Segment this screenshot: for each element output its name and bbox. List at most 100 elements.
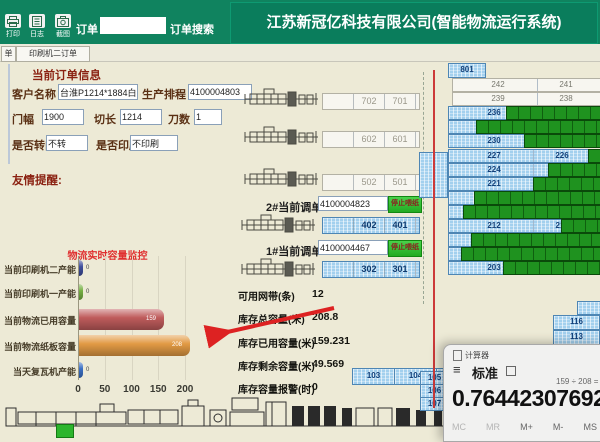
lane-number: 241 (549, 79, 583, 90)
dispatch1-order-field[interactable] (318, 240, 388, 255)
calculator-mode-label[interactable]: 标准 (472, 363, 498, 382)
tab-printer1-orders[interactable]: 单 (1, 46, 16, 62)
storage-lane: 230 (448, 134, 600, 148)
knife-count-field[interactable] (194, 109, 222, 125)
mid-lane-cell (323, 175, 354, 190)
mid-lane-cell (323, 262, 354, 277)
stored-board-blocks (471, 233, 600, 247)
toolbar-label-log: 日志 (25, 29, 49, 39)
schedule-label: 生产排程 (142, 86, 186, 102)
stored-board-blocks (506, 106, 600, 120)
corner-lane: 103 (352, 368, 395, 385)
order-info-header: 当前订单信息 (32, 67, 101, 83)
memory-button-mr[interactable]: MR (486, 422, 500, 432)
dispatch2-stop-button[interactable]: 停止喂纸 (388, 196, 422, 213)
order-search-button[interactable]: 订单搜索 (170, 21, 214, 37)
storage-lane: 227 226 (448, 149, 600, 163)
stat-label: 库存总容量(米) (238, 311, 305, 326)
lane-number: 224 (477, 164, 511, 175)
mid-lane-cell: 601 (385, 132, 416, 147)
lane-number: 238 (549, 93, 583, 104)
customer-name-label: 客户名称 (12, 86, 56, 102)
calculator-window[interactable]: 计算器 ≡ 标准 159 ÷ 208 = 0.7644230769230769 … (443, 344, 600, 442)
mid-lane-cell: 502 (354, 175, 385, 190)
turn-field[interactable] (46, 135, 88, 151)
dispatch2-label: 2#当前调单: (266, 199, 326, 215)
lane-divider (533, 220, 534, 232)
chart-category-label: 当前物流纸板容量 (0, 340, 76, 353)
toolbar-group-log[interactable]: 日志 (25, 14, 49, 39)
order-label: 订单 (76, 21, 98, 37)
dispatch1-stop-button[interactable]: 停止喂纸 (388, 240, 422, 257)
stored-board-blocks (474, 191, 600, 205)
memory-button-mminus[interactable]: M- (553, 422, 564, 432)
lane-number: 239 (481, 93, 515, 104)
chart-title: 物流实时容量监控 (55, 247, 160, 262)
mid-lane-cell: 302 (354, 262, 385, 277)
stat-value: 49.569 (312, 358, 344, 370)
storage-lane: 203 (448, 261, 600, 275)
toolbar-group-print[interactable]: 打印 (1, 14, 25, 39)
lane-number: 221 (477, 178, 511, 189)
memory-button-mplus[interactable]: M+ (520, 422, 533, 432)
chart-bar (79, 284, 83, 300)
print-flag-field[interactable] (130, 135, 178, 151)
corner-lane (577, 301, 600, 315)
stored-board-blocks (461, 247, 600, 261)
keep-on-top-icon[interactable] (506, 366, 516, 376)
tab-printer2-orders[interactable]: 印刷机二订单 (16, 46, 90, 62)
lane-number: 212 (477, 220, 511, 231)
chart-bar (79, 260, 83, 276)
lane-number: 227 (477, 150, 511, 161)
width-field[interactable] (42, 109, 84, 125)
mid-lane-cell: 702 (354, 94, 385, 109)
screenshot-icon-glyph (57, 16, 69, 27)
memory-button-mc[interactable]: MC (452, 422, 466, 432)
calculator-window-title: 计算器 (465, 350, 489, 361)
line-status-chip (56, 424, 74, 438)
calculator-memory-row: MC MR M+ M- MS (452, 422, 597, 432)
lane-number: 116 (554, 316, 599, 328)
mid-lane-row: 702701 (322, 93, 420, 110)
order-search-input[interactable] (100, 17, 166, 34)
calculator-result: 0.7644230769230769 (452, 385, 600, 412)
print-icon[interactable] (5, 14, 21, 28)
storage-lane (448, 120, 600, 134)
storage-lane (448, 191, 600, 205)
mid-lane-cell: 501 (385, 175, 416, 190)
corner-lane: 116 (553, 315, 600, 330)
memory-button-ms[interactable]: MS (583, 422, 597, 432)
storage-lane: 224 (448, 163, 600, 177)
hamburger-menu-icon[interactable]: ≡ (453, 362, 461, 377)
capacity-chart: 物流实时容量监控 050100150200当前印刷机二产能0当前印刷机一产能0当… (0, 244, 238, 400)
lane-number: 103 (353, 369, 394, 383)
stat-label: 库存剩余容量(米) (238, 358, 315, 373)
cut-length-field[interactable] (120, 109, 162, 125)
mid-lane-row: 302301 (322, 261, 420, 278)
screenshot-icon[interactable] (55, 14, 71, 28)
mid-lane-cell: 701 (385, 94, 416, 109)
storage-lane-801: 801 (448, 63, 486, 78)
corner-lane: 113 (553, 330, 600, 345)
machine-diagram-1 (241, 256, 317, 282)
customer-name-field[interactable] (58, 84, 138, 100)
stored-board-blocks (524, 134, 600, 148)
machine-diagram-7 (244, 86, 320, 112)
lane-divider (533, 150, 534, 162)
storage-lane: 239 238 (452, 92, 600, 106)
print-icon-glyph (7, 16, 19, 27)
chart-category-label: 当前物流已用容量 (0, 314, 76, 327)
machine-diagram-6 (244, 124, 320, 150)
lane-number: 226 (545, 150, 579, 161)
mid-lane-row: 602601 (322, 131, 420, 148)
toolbar-group-screenshot[interactable]: 截图 (51, 14, 75, 39)
log-icon-glyph (31, 16, 43, 27)
calculator-app-icon (453, 350, 462, 361)
chart-bar-value: 0 (86, 265, 89, 271)
schedule-field[interactable] (188, 84, 252, 100)
chart-category-label: 当前印刷机二产能 (0, 263, 76, 276)
log-icon[interactable] (29, 14, 45, 28)
chart-bar-value: 159 (146, 316, 156, 322)
lane-divider (537, 79, 538, 91)
dispatch2-order-field[interactable] (318, 196, 388, 211)
